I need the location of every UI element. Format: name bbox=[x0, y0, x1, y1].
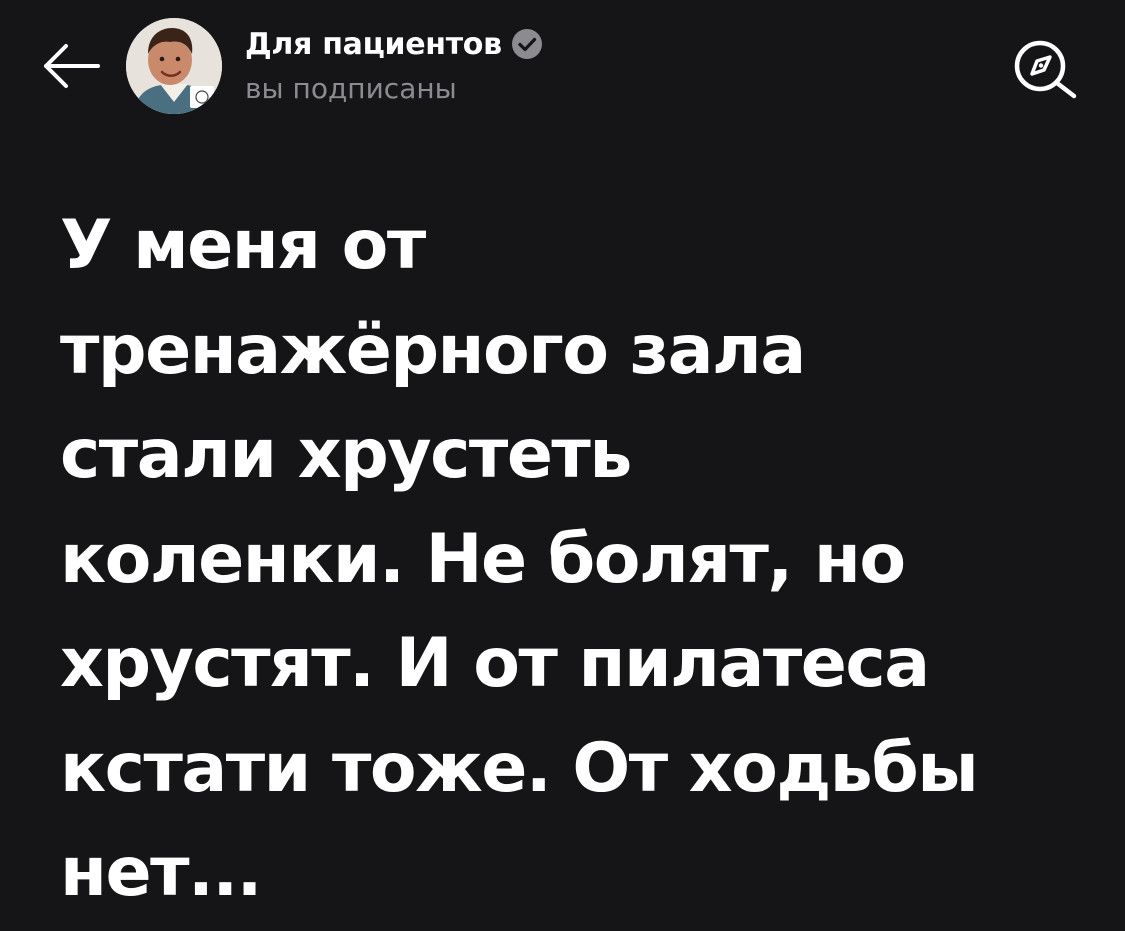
compass-button[interactable] bbox=[1008, 36, 1082, 102]
post-text-line: стали хрустеть bbox=[60, 415, 632, 494]
channel-name: Для пациентов bbox=[245, 26, 502, 62]
back-button[interactable] bbox=[38, 38, 104, 94]
post-text-line: кстати тоже. От ходьбы bbox=[60, 728, 979, 808]
post-text-line: хрустят. И от пилатеса bbox=[60, 624, 930, 703]
post-text-line: нет... bbox=[60, 833, 263, 912]
post-text-line: У меня от bbox=[60, 206, 426, 285]
subscription-status: вы подписаны bbox=[245, 72, 457, 105]
compass-search-icon bbox=[1014, 40, 1077, 99]
post-text-line: коленки. Не болят, но bbox=[60, 519, 906, 599]
channel-name-row: Для пациентов bbox=[245, 22, 845, 66]
channel-info[interactable]: Для пациентов вы подписаны bbox=[245, 22, 845, 114]
avatar[interactable] bbox=[126, 18, 222, 114]
arrow-left-icon bbox=[44, 44, 100, 88]
verified-check-icon bbox=[510, 27, 544, 61]
channel-avatar-photo bbox=[126, 18, 222, 114]
post-text-line: тренажёрного зала bbox=[60, 310, 806, 390]
post-text: У меня от тренажёрного зала стали хрусте… bbox=[60, 194, 1080, 926]
top-bar: Для пациентов вы подписаны bbox=[0, 0, 1125, 130]
